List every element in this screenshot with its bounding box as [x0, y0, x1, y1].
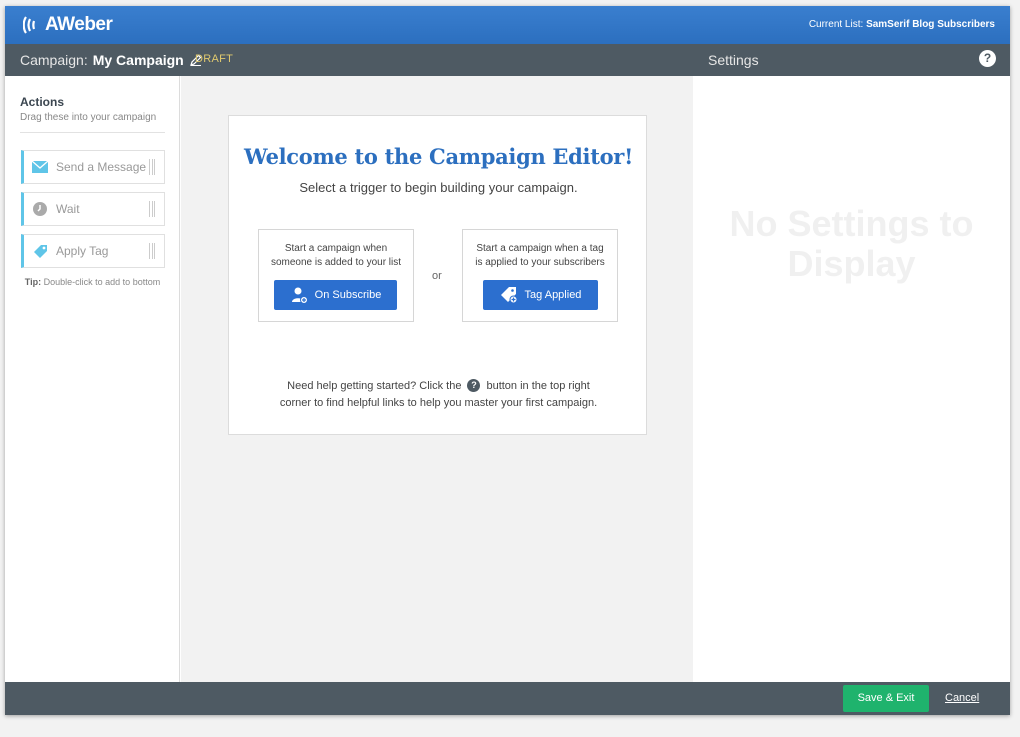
trigger-description-line: Start a campaign when [284, 243, 388, 254]
save-exit-button[interactable]: Save & Exit [843, 685, 929, 712]
actions-subtitle: Drag these into your campaign [20, 112, 157, 123]
campaign-canvas: Welcome to the Campaign Editor! Select a… [181, 76, 693, 682]
empty-settings-line: No Settings to [729, 203, 974, 244]
empty-settings-line: Display [787, 243, 916, 284]
help-icon: ? [467, 379, 481, 392]
welcome-title: Welcome to the Campaign Editor! [244, 144, 633, 169]
current-list-value: SamSerif Blog Subscribers [866, 19, 995, 30]
tip-label: Tip: [24, 277, 42, 287]
actions-title: Actions [20, 95, 65, 109]
tag-add-icon [500, 287, 518, 304]
top-bar: AWeber Current List: SamSerif Blog Subsc… [5, 6, 1010, 44]
help-icon[interactable]: ? [979, 50, 996, 67]
action-label: Apply Tag [56, 244, 109, 258]
help-text-line: corner to find helpful links to help you… [279, 397, 598, 409]
trigger-description-line: someone is added to your list [270, 257, 402, 268]
tag-icon [32, 244, 48, 258]
campaign-bar: Campaign: My Campaign DRAFT Settings ? [5, 44, 1010, 76]
help-text: Need help getting started? Click the? but… [229, 378, 648, 412]
or-separator: or [432, 270, 442, 282]
actions-sidebar: Actions Drag these into your campaign Se… [5, 76, 180, 682]
trigger-description: Start a campaign when a tag is applied t… [463, 242, 617, 270]
welcome-card: Welcome to the Campaign Editor! Select a… [228, 115, 647, 435]
current-list-label: Current List: [808, 19, 864, 30]
help-text-part: button in the top right [486, 380, 590, 392]
settings-panel: No Settings to Display [693, 76, 1010, 682]
action-send-message[interactable]: Send a Message [21, 150, 165, 184]
action-label: Send a Message [56, 160, 147, 174]
drag-handle[interactable] [149, 159, 155, 175]
tip-text: Double-click to add to bottom [41, 277, 161, 287]
action-label: Wait [56, 202, 80, 216]
trigger-description-line: Start a campaign when a tag [476, 243, 604, 254]
on-subscribe-button[interactable]: On Subscribe [274, 280, 397, 310]
status-badge: DRAFT [195, 53, 234, 65]
footer-bar: Save & Exit Cancel [5, 682, 1010, 715]
drag-handle[interactable] [149, 243, 155, 259]
trigger-description: Start a campaign when someone is added t… [259, 242, 413, 270]
aweber-logo[interactable]: AWeber [23, 14, 113, 36]
trigger-description-line: is applied to your subscribers [475, 257, 605, 268]
trigger-on-subscribe: Start a campaign when someone is added t… [258, 229, 414, 322]
action-apply-tag[interactable]: Apply Tag [21, 234, 165, 268]
sidebar-tip: Tip: Double-click to add to bottom [5, 277, 180, 287]
cancel-link[interactable]: Cancel [945, 692, 979, 704]
aweber-logo-icon [23, 16, 36, 34]
drag-handle[interactable] [149, 201, 155, 217]
welcome-subtitle: Select a trigger to begin building your … [299, 180, 578, 195]
current-list[interactable]: Current List: SamSerif Blog Subscribers [809, 19, 995, 30]
clock-icon [32, 202, 48, 216]
campaign-label: Campaign: [20, 52, 88, 68]
app-window: AWeber Current List: SamSerif Blog Subsc… [5, 6, 1010, 715]
help-text-line: Need help getting started? Click the? but… [229, 378, 648, 395]
empty-settings-message: No Settings to Display [693, 204, 1010, 284]
logo-text: AWeber [45, 14, 113, 35]
user-add-icon [291, 287, 308, 304]
trigger-tag-applied: Start a campaign when a tag is applied t… [462, 229, 618, 322]
button-label: Tag Applied [524, 289, 582, 301]
divider [20, 132, 165, 133]
button-label: On Subscribe [314, 289, 382, 301]
settings-panel-title: Settings [708, 52, 759, 68]
help-text-part: Need help getting started? Click the [287, 380, 462, 392]
tag-applied-button[interactable]: Tag Applied [483, 280, 598, 310]
campaign-title: Campaign: My Campaign [20, 52, 202, 68]
envelope-icon [32, 160, 48, 174]
campaign-name[interactable]: My Campaign [93, 52, 184, 68]
action-wait[interactable]: Wait [21, 192, 165, 226]
